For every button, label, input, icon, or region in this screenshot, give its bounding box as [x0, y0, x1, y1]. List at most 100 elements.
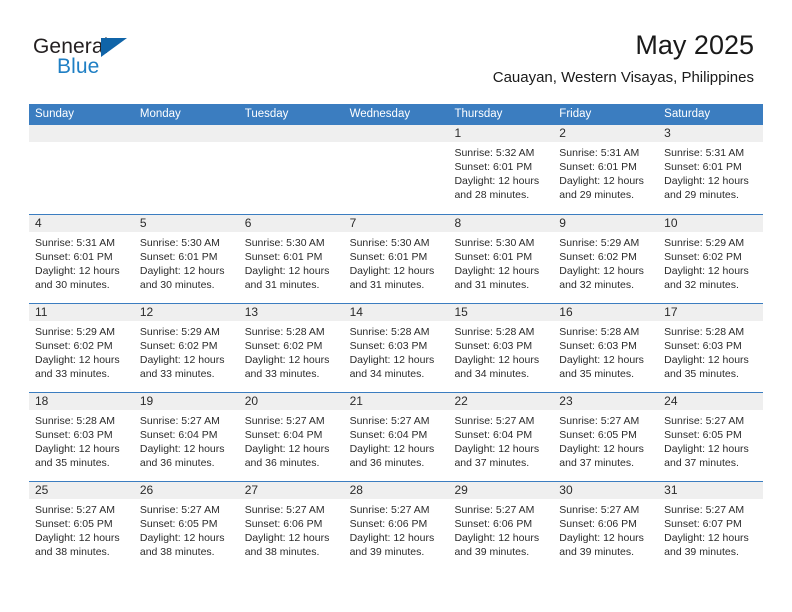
daylight-text-line1: Daylight: 12 hours [139, 443, 225, 455]
weekday-thursday: Thursday [454, 108, 503, 120]
day-number: 2 [553, 125, 659, 142]
daylight-text-line1: Daylight: 12 hours [559, 443, 644, 455]
day-cell[interactable]: 18 Sunrise: 5:28 AM Sunset: 6:03 PM Dayligh… [29, 393, 134, 481]
day-cell[interactable]: 15 Sunrise: 5:28 AM Sunset: 6:03 PM Dayligh… [448, 304, 554, 392]
day-number: 7 [343, 215, 449, 232]
daylight-text-line1: Daylight: 12 hours [349, 443, 435, 455]
day-details: Sunrise: 5:27 AM Sunset: 6:04 PM Daylight:… [134, 410, 239, 470]
day-cell[interactable]: 16 Sunrise: 5:28 AM Sunset: 6:03 PM Dayligh… [553, 304, 659, 392]
sunset-text: Sunset: 6:04 PM [244, 429, 323, 441]
day-cell[interactable]: 27 Sunrise: 5:27 AM Sunset: 6:06 PM Dayligh… [238, 482, 344, 570]
day-cell[interactable]: 7 Sunrise: 5:30 AM Sunset: 6:01 PM Daylight… [343, 215, 449, 303]
day-cell[interactable]: 14 Sunrise: 5:28 AM Sunset: 6:03 PM Dayligh… [343, 304, 449, 392]
daylight-text-line2: and 31 minutes. [349, 279, 425, 291]
weekday-friday: Friday [559, 108, 592, 120]
day-cell[interactable]: 1 Sunrise: 5:32 AM Sunset: 6:01 PM Daylight… [448, 125, 554, 214]
weekday-tuesday: Tuesday [244, 108, 289, 120]
sunrise-text: Sunrise: 5:28 AM [349, 326, 430, 338]
daylight-text-line2: and 35 minutes. [664, 368, 739, 380]
day-cell[interactable]: 31 Sunrise: 5:27 AM Sunset: 6:07 PM Dayligh… [658, 482, 764, 570]
day-cell[interactable]: 29 Sunrise: 5:27 AM Sunset: 6:06 PM Dayligh… [448, 482, 554, 570]
day-details: Sunrise: 5:29 AM Sunset: 6:02 PM Daylight:… [29, 321, 134, 381]
sunrise-text: Sunrise: 5:31 AM [35, 237, 115, 249]
day-cell[interactable]: 22 Sunrise: 5:27 AM Sunset: 6:04 PM Dayligh… [448, 393, 554, 481]
sunset-text: Sunset: 6:05 PM [35, 518, 113, 530]
day-cell[interactable]: 25 Sunrise: 5:27 AM Sunset: 6:05 PM Dayligh… [29, 482, 134, 570]
day-cell[interactable]: 12 Sunrise: 5:29 AM Sunset: 6:02 PM Dayligh… [133, 304, 239, 392]
day-details: Sunrise: 5:27 AM Sunset: 6:04 PM Daylight:… [344, 410, 449, 470]
daylight-text-line1: Daylight: 12 hours [244, 265, 330, 277]
day-cell[interactable]: 5 Sunrise: 5:30 AM Sunset: 6:01 PM Daylight… [133, 215, 239, 303]
logo-text-blue: Blue [57, 55, 100, 78]
day-cell[interactable]: 4 Sunrise: 5:31 AM Sunset: 6:01 PM Daylight… [29, 215, 134, 303]
day-details: Sunrise: 5:28 AM Sunset: 6:03 PM Daylight:… [553, 321, 658, 381]
sunrise-text: Sunrise: 5:30 AM [139, 237, 220, 249]
day-cell[interactable]: 30 Sunrise: 5:27 AM Sunset: 6:06 PM Dayligh… [553, 482, 659, 570]
weekday-saturday: Saturday [664, 108, 711, 120]
day-cell[interactable]: 21 Sunrise: 5:27 AM Sunset: 6:04 PM Dayligh… [343, 393, 449, 481]
sunrise-text: Sunrise: 5:27 AM [244, 415, 325, 427]
daylight-text-line2: and 30 minutes. [139, 279, 215, 291]
sunrise-text: Sunrise: 5:27 AM [664, 415, 745, 427]
day-cell[interactable]: 3 Sunrise: 5:31 AM Sunset: 6:01 PM Daylight… [658, 125, 764, 214]
day-number: 21 [343, 393, 449, 410]
page-title: May 2025 [635, 30, 754, 60]
day-details: Sunrise: 5:27 AM Sunset: 6:05 PM Daylight:… [134, 499, 239, 559]
day-cell[interactable]: 19 Sunrise: 5:27 AM Sunset: 6:04 PM Dayligh… [133, 393, 239, 481]
daylight-text-line1: Daylight: 12 hours [244, 443, 330, 455]
day-details: Sunrise: 5:31 AM Sunset: 6:01 PM Daylight:… [29, 232, 134, 292]
daylight-text-line2: and 29 minutes. [664, 189, 739, 201]
daylight-text-line2: and 39 minutes. [349, 546, 425, 558]
daylight-text-line2: and 32 minutes. [664, 279, 739, 291]
day-details: Sunrise: 5:30 AM Sunset: 6:01 PM Daylight:… [239, 232, 344, 292]
day-cell[interactable]: 11 Sunrise: 5:29 AM Sunset: 6:02 PM Dayligh… [29, 304, 134, 392]
daylight-text-line2: and 28 minutes. [454, 189, 530, 201]
sunset-text: Sunset: 6:01 PM [454, 251, 533, 263]
sunrise-text: Sunrise: 5:29 AM [559, 237, 640, 249]
daylight-text-line2: and 32 minutes. [559, 279, 635, 291]
sunset-text: Sunset: 6:07 PM [664, 518, 742, 530]
week-row: 18 Sunrise: 5:28 AM Sunset: 6:03 PM Dayligh… [29, 392, 764, 481]
day-number: 28 [343, 482, 449, 499]
daylight-text-line2: and 39 minutes. [454, 546, 530, 558]
daylight-text-line2: and 36 minutes. [349, 457, 425, 469]
daylight-text-line2: and 36 minutes. [139, 457, 215, 469]
day-cell[interactable]: 24 Sunrise: 5:27 AM Sunset: 6:05 PM Dayligh… [658, 393, 764, 481]
sunrise-text: Sunrise: 5:27 AM [244, 504, 325, 516]
daylight-text-line2: and 38 minutes. [35, 546, 110, 558]
sunrise-text: Sunrise: 5:32 AM [454, 147, 535, 159]
day-cell[interactable]: 17 Sunrise: 5:28 AM Sunset: 6:03 PM Dayligh… [658, 304, 764, 392]
day-cell[interactable]: 8 Sunrise: 5:30 AM Sunset: 6:01 PM Daylight… [448, 215, 554, 303]
day-details: Sunrise: 5:28 AM Sunset: 6:03 PM Daylight:… [29, 410, 134, 470]
day-cell[interactable]: 28 Sunrise: 5:27 AM Sunset: 6:06 PM Dayligh… [343, 482, 449, 570]
day-details: Sunrise: 5:27 AM Sunset: 6:04 PM Daylight:… [239, 410, 344, 470]
day-cell[interactable]: 6 Sunrise: 5:30 AM Sunset: 6:01 PM Daylight… [238, 215, 344, 303]
daylight-text-line2: and 29 minutes. [559, 189, 635, 201]
day-cell[interactable]: 2 Sunrise: 5:31 AM Sunset: 6:01 PM Daylight… [553, 125, 659, 214]
day-details: Sunrise: 5:29 AM Sunset: 6:02 PM Daylight:… [553, 232, 658, 292]
sunrise-text: Sunrise: 5:27 AM [454, 415, 535, 427]
sunset-text: Sunset: 6:03 PM [664, 340, 742, 352]
daylight-text-line1: Daylight: 12 hours [244, 532, 330, 544]
day-details: Sunrise: 5:27 AM Sunset: 6:06 PM Daylight:… [553, 499, 658, 559]
sunset-text: Sunset: 6:06 PM [349, 518, 428, 530]
logo-text-general: General [33, 35, 109, 58]
sunrise-text: Sunrise: 5:27 AM [664, 504, 745, 516]
day-number [238, 125, 344, 142]
day-cell[interactable]: 20 Sunrise: 5:27 AM Sunset: 6:04 PM Dayligh… [238, 393, 344, 481]
day-cell[interactable]: 26 Sunrise: 5:27 AM Sunset: 6:05 PM Dayligh… [133, 482, 239, 570]
day-cell[interactable]: 23 Sunrise: 5:27 AM Sunset: 6:05 PM Dayligh… [553, 393, 659, 481]
day-number: 22 [448, 393, 554, 410]
daylight-text-line1: Daylight: 12 hours [139, 354, 225, 366]
day-number: 26 [133, 482, 239, 499]
daylight-text-line2: and 31 minutes. [244, 279, 320, 291]
daylight-text-line1: Daylight: 12 hours [559, 175, 644, 187]
sunrise-text: Sunrise: 5:28 AM [35, 415, 115, 427]
day-details: Sunrise: 5:27 AM Sunset: 6:05 PM Daylight:… [658, 410, 763, 470]
day-cell[interactable]: 10 Sunrise: 5:29 AM Sunset: 6:02 PM Dayligh… [658, 215, 764, 303]
day-cell[interactable]: 13 Sunrise: 5:28 AM Sunset: 6:02 PM Dayligh… [238, 304, 344, 392]
sunrise-text: Sunrise: 5:27 AM [349, 415, 430, 427]
daylight-text-line1: Daylight: 12 hours [349, 265, 435, 277]
day-cell[interactable]: 9 Sunrise: 5:29 AM Sunset: 6:02 PM Daylight… [553, 215, 659, 303]
daylight-text-line1: Daylight: 12 hours [349, 354, 435, 366]
